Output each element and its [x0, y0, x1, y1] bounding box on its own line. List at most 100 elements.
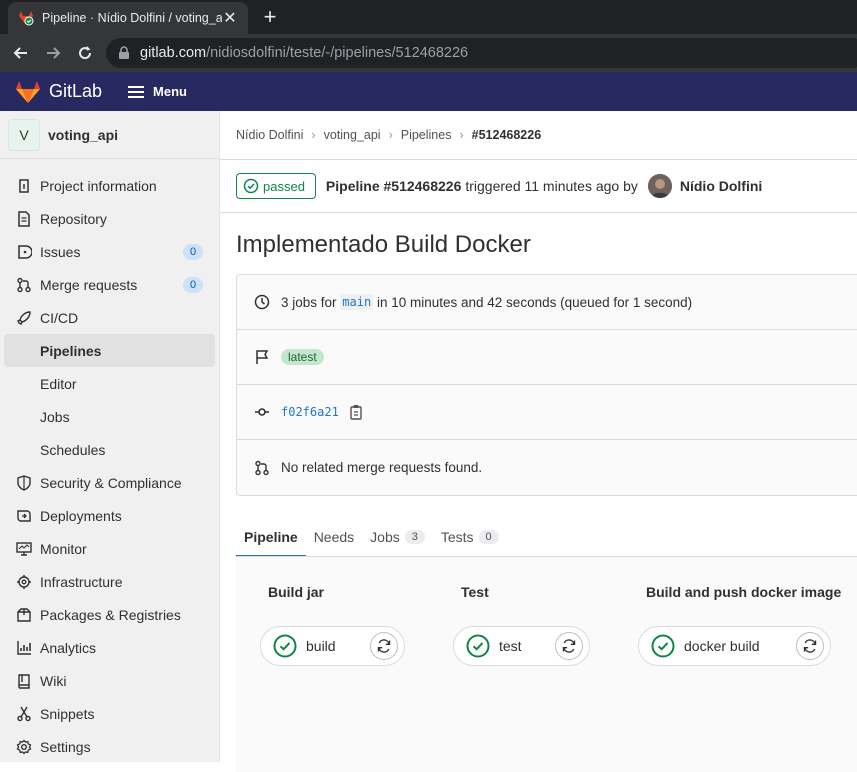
tab-tests[interactable]: Tests 0 [433, 529, 507, 557]
branch-link[interactable]: main [340, 294, 374, 310]
retry-icon[interactable] [796, 632, 824, 660]
check-circle-icon [243, 178, 259, 194]
sidebar-item-label: CI/CD [40, 309, 79, 326]
tab-label: Jobs [370, 529, 400, 545]
job-name: test [499, 638, 522, 654]
sidebar-item-monitor[interactable]: Monitor [0, 532, 219, 565]
hamburger-icon [128, 83, 145, 101]
sidebar-item-packages-registries[interactable]: Packages & Registries [0, 598, 219, 631]
project-avatar: V [8, 118, 40, 151]
sidebar-item-ci-cd[interactable]: CI/CD [0, 301, 219, 334]
chevron-right-icon: › [388, 128, 393, 142]
pipeline-header: passed Pipeline #512468226 triggered 11 … [236, 173, 762, 199]
tab-jobs[interactable]: Jobs 3 [362, 529, 433, 557]
flag-icon [253, 348, 271, 366]
check-circle-icon [273, 634, 297, 658]
sidebar-item-label: Packages & Registries [40, 606, 181, 623]
tab-pipeline[interactable]: Pipeline [236, 529, 306, 557]
back-icon[interactable] [10, 42, 32, 64]
project-header[interactable]: V voting_api [0, 111, 219, 159]
sidebar-item-project-information[interactable]: Project information [0, 169, 219, 202]
sidebar-item-settings[interactable]: Settings [0, 730, 219, 763]
pipeline-triggered-text: triggered 11 minutes ago by [465, 178, 638, 194]
reload-icon[interactable] [74, 42, 96, 64]
check-circle-icon [651, 634, 675, 658]
lock-icon [118, 46, 130, 60]
sidebar-item-label: Snippets [40, 705, 95, 722]
tab-needs[interactable]: Needs [306, 529, 362, 557]
job-docker-build[interactable]: docker build [638, 626, 831, 666]
book-icon [16, 673, 32, 689]
sidebar-item-label: Merge requests [40, 276, 138, 293]
gitlab-top-bar: GitLab Menu [0, 72, 857, 111]
browser-tab-title: Pipeline · Nídio Dolfini / voting_a [42, 11, 222, 25]
chevron-right-icon: › [459, 128, 464, 142]
clock-icon [253, 293, 271, 311]
menu-button[interactable]: Menu [128, 83, 187, 101]
project-sidebar: V voting_api Project information Reposit… [0, 111, 220, 762]
status-label: passed [263, 178, 305, 194]
job-name: build [306, 638, 336, 654]
breadcrumb-pipelines[interactable]: Pipelines [401, 128, 452, 142]
divider [220, 212, 857, 213]
info-icon [16, 178, 32, 194]
close-tab-icon[interactable]: ✕ [222, 8, 238, 28]
breadcrumb: Nídio Dolfini › voting_api › Pipelines ›… [236, 128, 541, 142]
sidebar-item-wiki[interactable]: Wiki [0, 664, 219, 697]
deployments-icon [16, 508, 32, 524]
sidebar-item-label: Deployments [40, 507, 122, 524]
pipeline-info-box: 3 jobs for main in 10 minutes and 42 sec… [236, 274, 857, 496]
tab-count-badge: 0 [478, 530, 499, 544]
breadcrumb-user[interactable]: Nídio Dolfini [236, 128, 303, 142]
job-test[interactable]: test [453, 626, 590, 666]
sidebar-item-label: Project information [40, 177, 157, 194]
browser-toolbar: gitlab.com/nidiosdolfini/teste/-/pipelin… [0, 34, 857, 72]
pipeline-tabs: Pipeline Needs Jobs 3 Tests 0 [236, 519, 857, 557]
avatar[interactable] [647, 174, 672, 198]
tab-label: Needs [313, 529, 355, 545]
breadcrumb-project[interactable]: voting_api [324, 128, 381, 142]
sidebar-subitem-jobs[interactable]: Jobs [0, 400, 219, 433]
scissors-icon [16, 706, 32, 722]
status-badge[interactable]: passed [236, 173, 316, 199]
gitlab-home-link[interactable]: GitLab [15, 80, 102, 104]
sidebar-subitem-editor[interactable]: Editor [0, 367, 219, 400]
latest-badge: latest [281, 349, 324, 365]
stage-title: Build and push docker image [646, 584, 842, 600]
sidebar-item-analytics[interactable]: Analytics [0, 631, 219, 664]
sidebar-item-infrastructure[interactable]: Infrastructure [0, 565, 219, 598]
sidebar-item-issues[interactable]: Issues 0 [0, 235, 219, 268]
copy-icon[interactable] [349, 404, 363, 420]
sidebar-subitem-schedules[interactable]: Schedules [0, 433, 219, 466]
gitlab-logo-text: GitLab [49, 81, 103, 101]
menu-label: Menu [153, 84, 187, 99]
shield-icon [16, 474, 32, 491]
sidebar-item-label: Security & Compliance [40, 474, 182, 491]
sidebar-item-label: Repository [40, 210, 107, 227]
breadcrumb-current[interactable]: #512468226 [472, 128, 542, 142]
sidebar-item-merge-requests[interactable]: Merge requests 0 [0, 268, 219, 301]
commit-icon [253, 403, 271, 421]
new-tab-icon[interactable]: + [258, 4, 282, 30]
pipeline-user[interactable]: Nídio Dolfini [680, 178, 762, 194]
sidebar-item-label: Infrastructure [40, 573, 123, 590]
merge-requests-text: No related merge requests found. [281, 460, 483, 475]
merge-request-icon [253, 459, 271, 477]
gitlab-favicon-icon [18, 10, 34, 26]
browser-tab[interactable]: Pipeline · Nídio Dolfini / voting_a ✕ [8, 2, 248, 34]
retry-icon[interactable] [555, 632, 583, 660]
commit-sha-link[interactable]: f02f6a21 [281, 405, 339, 419]
job-build[interactable]: build [260, 626, 405, 666]
sidebar-item-snippets[interactable]: Snippets [0, 697, 219, 730]
tags-row: latest [237, 330, 857, 385]
forward-icon[interactable] [42, 42, 64, 64]
sidebar-item-security-compliance[interactable]: Security & Compliance [0, 466, 219, 499]
sidebar-item-repository[interactable]: Repository [0, 202, 219, 235]
retry-icon[interactable] [370, 632, 398, 660]
address-bar[interactable]: gitlab.com/nidiosdolfini/teste/-/pipelin… [106, 38, 857, 68]
pipeline-title: Pipeline #512468226 [325, 178, 462, 194]
main-content: Nídio Dolfini › voting_api › Pipelines ›… [220, 111, 857, 772]
sidebar-subitem-pipelines[interactable]: Pipelines [4, 334, 215, 367]
sidebar-item-deployments[interactable]: Deployments [0, 499, 219, 532]
project-name: voting_api [48, 126, 119, 143]
